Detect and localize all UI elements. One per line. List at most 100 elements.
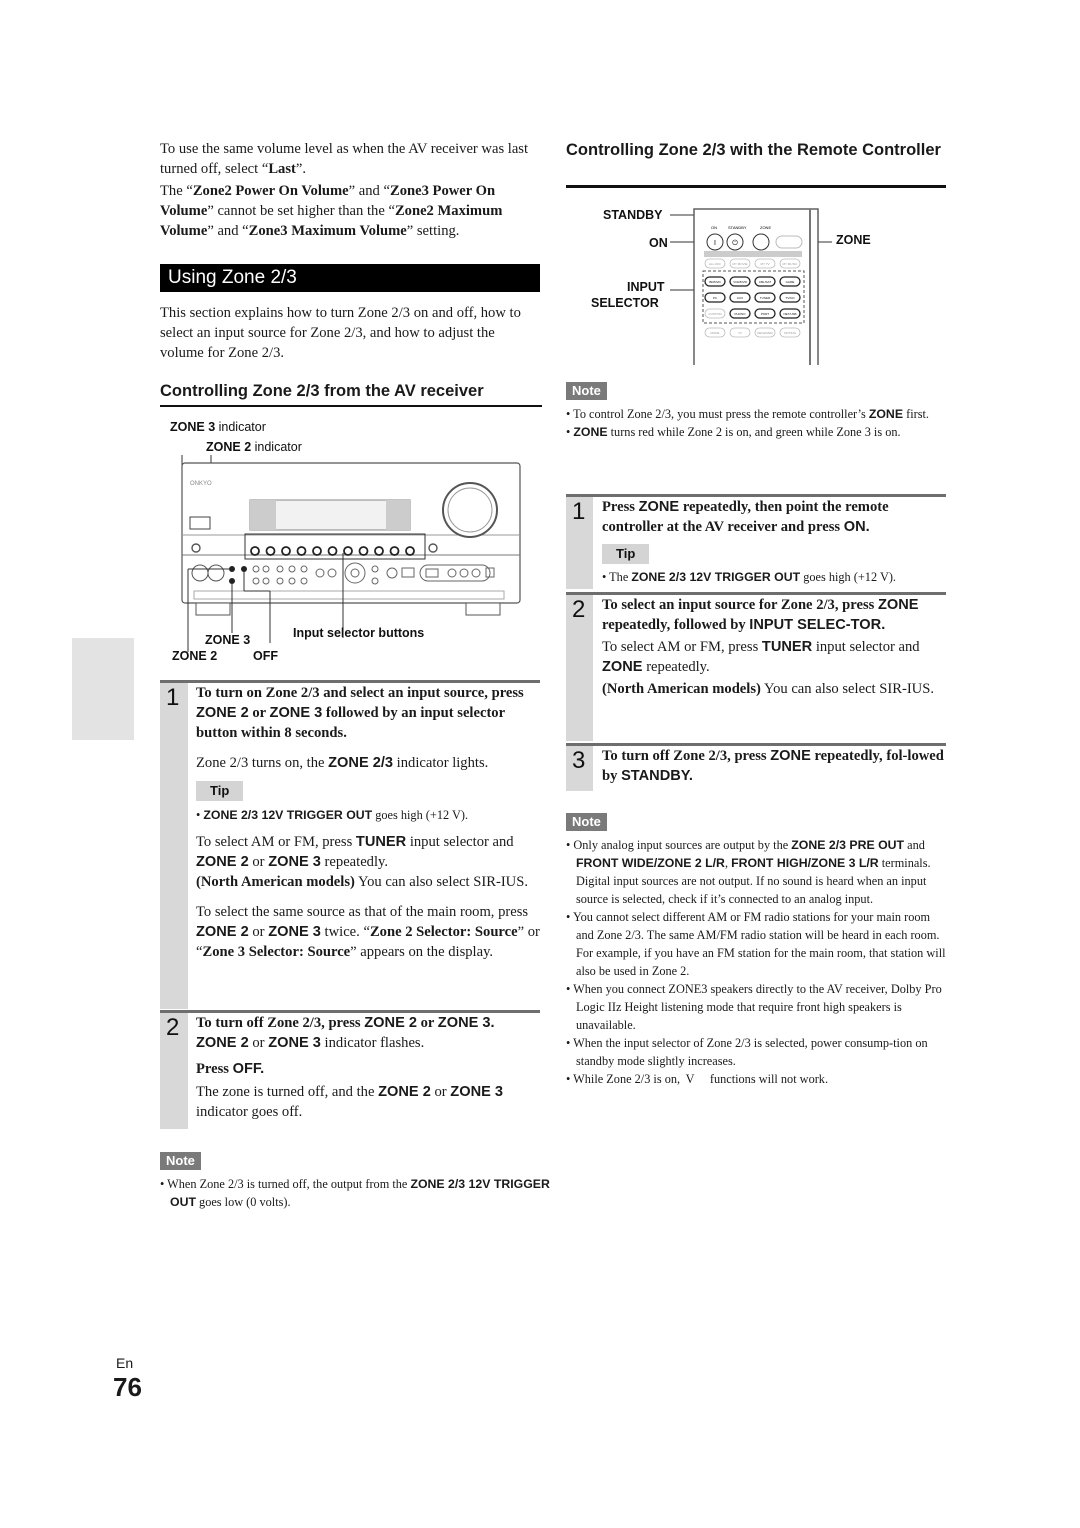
svg-text:MY MUSIC: MY MUSIC — [783, 262, 799, 266]
off-button-label: OFF — [253, 649, 278, 663]
note-item: • When you connect ZONE3 speakers direct… — [566, 982, 942, 1032]
svg-text:VCR/DVR: VCR/DVR — [733, 280, 747, 284]
step-number: 2 — [166, 1014, 180, 1041]
step-text: (North American models) You can also sel… — [196, 874, 528, 890]
section-description: This section explains how to turn Zone 2… — [160, 305, 521, 361]
section-title-bar: Using Zone 2/3 — [160, 264, 540, 292]
chapter-side-tab — [72, 638, 134, 740]
svg-text:CUSTOM: CUSTOM — [709, 312, 722, 316]
note-label: Note — [160, 1152, 201, 1170]
svg-text:MY TV: MY TV — [760, 262, 769, 266]
svg-text:ON: ON — [711, 225, 717, 230]
intro-paragraph-2: The “Zone2 Power On Volume” and “Zone3 P… — [160, 183, 503, 239]
right-note-list-1: • To control Zone 2/3, you must press th… — [566, 405, 948, 441]
svg-text:ZONE: ZONE — [760, 225, 771, 230]
step-title: To turn off Zone 2/3, press ZONE repeate… — [602, 748, 944, 784]
right-step-3: 3 To turn off Zone 2/3, press ZONE repea… — [566, 743, 946, 791]
svg-text:PORT: PORT — [761, 312, 769, 316]
step-text: The zone is turned off, and the ZONE 2 o… — [196, 1084, 504, 1120]
right-heading-rule — [566, 185, 946, 188]
step-title: To turn on Zone 2/3 and select an input … — [196, 685, 524, 741]
right-step-2: 2 To select an input source for Zone 2/3… — [566, 592, 946, 741]
zone2-button-label: ZONE 2 — [172, 649, 218, 663]
step-text: To select AM or FM, press TUNER input se… — [602, 639, 920, 675]
note-item: • While Zone 2/3 is on, V functions will… — [566, 1072, 829, 1086]
page-language: En — [116, 1355, 134, 1371]
selector-callout: SELECTOR — [591, 296, 659, 310]
svg-text:MODE: MODE — [711, 331, 720, 335]
tip-text: • ZONE 2/3 12V TRIGGER OUT goes high (+1… — [196, 808, 469, 822]
svg-text:⏻: ⏻ — [732, 239, 738, 247]
step-text: ZONE 2 or ZONE 3 indicator flashes. — [196, 1035, 425, 1051]
svg-text:MUTING: MUTING — [784, 331, 796, 335]
step-number: 1 — [572, 498, 586, 525]
step-number: 2 — [572, 596, 586, 623]
svg-text:GAME: GAME — [786, 280, 795, 284]
svg-text:TUNER: TUNER — [760, 296, 771, 300]
svg-text:CBL/SAT: CBL/SAT — [759, 280, 771, 284]
zone2-indicator-label: ZONE 2 indicator — [206, 440, 302, 454]
volume-knob — [442, 482, 498, 538]
step-number: 3 — [572, 747, 586, 774]
left-heading: Controlling Zone 2/3 from the AV receive… — [160, 382, 484, 400]
note-item: • To control Zone 2/3, you must press th… — [566, 407, 929, 421]
remote-controller-diagram: ON STANDBY ZONE I ⏻ ALL OFF MY MOVIE MY TV… — [670, 208, 832, 365]
svg-text:ALL OFF: ALL OFF — [709, 262, 721, 266]
section-title: Using Zone 2/3 — [168, 267, 297, 288]
step-title: Press ZONE repeatedly, then point the re… — [602, 499, 889, 535]
step-text: To select the same source as that of the… — [196, 904, 540, 960]
right-heading: Controlling Zone 2/3 with the Remote Con… — [566, 141, 941, 159]
svg-text:TV/CD: TV/CD — [786, 296, 796, 300]
svg-text:NET/USB: NET/USB — [783, 312, 796, 316]
intro-text: To use the same volume level as when the… — [160, 141, 529, 177]
intro-last-option: Last — [268, 161, 296, 177]
note-item: • ZONE turns red while Zone 2 is on, and… — [566, 425, 901, 439]
step-text: To select AM or FM, press TUNER input se… — [196, 834, 514, 870]
note-item: • Only analog input sources are output b… — [566, 838, 931, 906]
step-text: (North American models) You can also sel… — [602, 681, 934, 697]
step-title: To select an input source for Zone 2/3, … — [602, 597, 919, 633]
left-step-2: 2 To turn off Zone 2/3, press ZONE 2 or … — [160, 1010, 540, 1129]
step-title: Press OFF. — [196, 1061, 265, 1077]
input-callout: INPUT — [627, 280, 665, 294]
step-text: Zone 2/3 turns on, the ZONE 2/3 indicato… — [196, 755, 489, 771]
zone2-button — [229, 566, 235, 572]
note-label: Note — [566, 813, 607, 831]
svg-text:I: I — [714, 240, 716, 247]
av-receiver-front-panel-diagram: ONKYO — [181, 455, 521, 652]
page-number: 76 — [113, 1372, 142, 1402]
tip-text: • The ZONE 2/3 12V TRIGGER OUT goes high… — [602, 570, 896, 584]
svg-text:TV: TV — [738, 331, 742, 335]
left-heading-rule — [160, 405, 542, 407]
step-title: To turn off Zone 2/3, press ZONE 2 or ZO… — [196, 1015, 495, 1031]
display-window-left — [189, 516, 211, 530]
tip-label: Tip — [602, 544, 650, 564]
right-note-list-2: • Only analog input sources are output b… — [566, 836, 948, 1088]
note-item: • When Zone 2/3 is turned off, the outpu… — [160, 1177, 550, 1209]
svg-text:BD/DVD: BD/DVD — [709, 280, 721, 284]
remote-body — [693, 208, 819, 365]
tip-label: Tip — [196, 781, 244, 801]
svg-text:STANDBY: STANDBY — [728, 225, 747, 230]
svg-text:MY MOVIE: MY MOVIE — [733, 262, 748, 266]
svg-text:PHONO: PHONO — [734, 312, 746, 316]
remote-zone-button — [752, 233, 770, 251]
input-selector-label: Input selector buttons — [293, 626, 425, 640]
zone3-button-label: ZONE 3 — [205, 633, 251, 647]
right-step-1: 1 Press ZONE repeatedly, then point the … — [566, 494, 946, 589]
zone3-indicator-label: ZONE 3 indicator — [170, 420, 266, 434]
left-step-1: 1 To turn on Zone 2/3 and select an inpu… — [160, 680, 540, 1009]
zone-callout: ZONE — [836, 233, 871, 247]
step-number: 1 — [166, 684, 180, 711]
intro-paragraph-1: To use the same volume level as when the… — [160, 139, 542, 179]
brand-logo: ONKYO — [190, 481, 212, 487]
off-button — [241, 566, 247, 572]
on-callout: ON — [649, 236, 668, 250]
svg-text:AUX: AUX — [737, 296, 743, 300]
svg-text:RECEIVER: RECEIVER — [757, 331, 773, 335]
standby-callout: STANDBY — [603, 208, 663, 222]
zone3-button — [229, 578, 235, 584]
intro-text: ”. — [295, 161, 307, 177]
note-label: Note — [566, 382, 607, 400]
note-item: • You cannot select different AM or FM r… — [566, 910, 946, 978]
